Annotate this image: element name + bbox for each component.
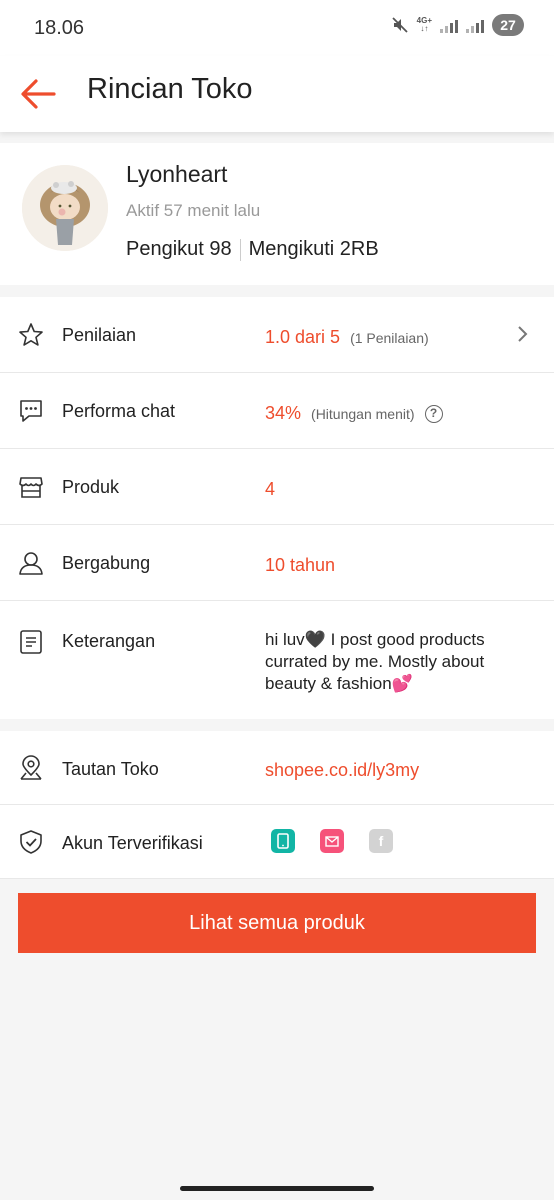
document-icon — [20, 630, 42, 654]
chevron-right-icon — [518, 326, 528, 342]
following-count[interactable]: Mengikuti 2RB — [249, 238, 379, 261]
description-label: Keterangan — [62, 631, 156, 651]
email-badge-icon — [320, 829, 344, 853]
status-icons: 4G+ ↓↑ 27 — [391, 14, 524, 36]
rating-value-wrap: 1.0 dari 5 (1 Penilaian) — [265, 327, 429, 348]
battery-icon: 27 — [492, 14, 524, 36]
shop-link-row: Tautan Toko shopee.co.id/ly3my — [0, 731, 554, 805]
phone-badge-icon — [271, 829, 295, 853]
network-indicator: 4G+ ↓↑ — [417, 17, 432, 33]
shop-name: Lyonheart — [126, 161, 228, 187]
products-label: Produk — [62, 477, 120, 497]
data-arrows-icon: ↓↑ — [420, 24, 429, 33]
facebook-badge-icon: f — [369, 829, 393, 853]
joined-label: Bergabung — [62, 553, 151, 573]
rating-count: (1 Penilaian) — [350, 330, 429, 346]
verified-label: Akun Terverifikasi — [62, 833, 203, 853]
chat-value-wrap: 34% (Hitungan menit)? — [265, 403, 443, 424]
shop-link-url[interactable]: shopee.co.id/ly3my — [265, 760, 419, 781]
followers-count[interactable]: Pengikut 98 — [126, 238, 232, 261]
products-value: 4 — [265, 479, 276, 499]
joined-value: 10 tahun — [265, 555, 336, 575]
shield-check-icon — [20, 830, 42, 854]
products-row: Produk 4 — [0, 449, 554, 525]
divider — [239, 238, 241, 261]
signal-icon — [440, 17, 458, 33]
view-all-products-button[interactable]: Lihat semua produk — [18, 893, 536, 953]
joined-row: Bergabung 10 tahun — [0, 525, 554, 601]
active-status: Aktif 57 menit lalu — [126, 201, 261, 220]
chat-label: Performa chat — [62, 401, 176, 421]
store-icon — [19, 477, 43, 498]
app-header: Rincian Toko — [0, 56, 554, 132]
question-icon[interactable]: ? — [424, 405, 443, 424]
location-pin-icon — [20, 755, 42, 780]
chat-value: 34% — [265, 403, 302, 423]
rating-value: 1.0 dari 5 — [265, 327, 341, 347]
chat-icon — [20, 400, 42, 422]
follow-stats: Pengikut 98 Mengikuti 2RB — [126, 238, 379, 261]
status-bar: 18.06 4G+ ↓↑ 27 — [0, 0, 554, 56]
person-icon — [19, 552, 43, 575]
shop-links-section: Tautan Toko shopee.co.id/ly3my Akun Terv… — [0, 731, 554, 879]
page-title: Rincian Toko — [87, 73, 253, 105]
star-icon — [19, 323, 43, 346]
description-text: hi luv🖤 I post good products currated by… — [265, 630, 485, 693]
home-indicator[interactable] — [180, 1186, 374, 1191]
description-row: Keterangan hi luv🖤 I post good products … — [0, 601, 554, 719]
mute-icon — [392, 17, 408, 33]
signal-icon — [466, 17, 484, 33]
verified-row: Akun Terverifikasi f — [0, 805, 554, 879]
status-time: 18.06 — [34, 17, 85, 39]
shop-profile: Lyonheart Aktif 57 menit lalu Pengikut 9… — [0, 143, 554, 285]
shop-info-section: Penilaian 1.0 dari 5 (1 Penilaian) Perfor… — [0, 297, 554, 719]
chat-sub: (Hitungan menit) — [311, 406, 415, 422]
chat-performance-row: Performa chat 34% (Hitungan menit)? — [0, 373, 554, 449]
back-arrow-icon[interactable] — [18, 76, 58, 112]
avatar[interactable] — [22, 165, 108, 251]
avatar-illustration — [22, 165, 108, 251]
rating-row[interactable]: Penilaian 1.0 dari 5 (1 Penilaian) — [0, 297, 554, 373]
rating-label: Penilaian — [62, 325, 137, 345]
shop-link-label: Tautan Toko — [62, 759, 159, 779]
